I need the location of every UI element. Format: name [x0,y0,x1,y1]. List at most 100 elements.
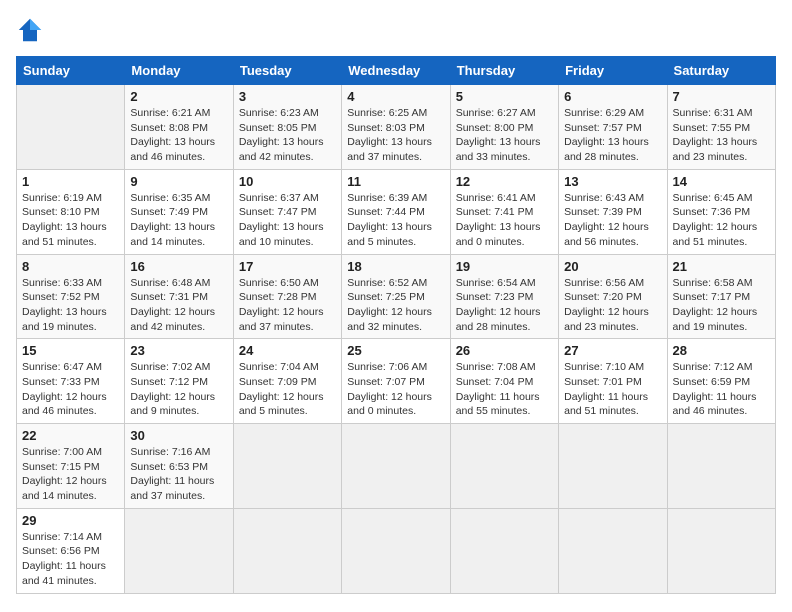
cell-info: Sunrise: 7:12 AMSunset: 6:59 PMDaylight:… [673,361,757,417]
day-number: 12 [456,174,553,189]
cell-info: Sunrise: 7:06 AMSunset: 7:07 PMDaylight:… [347,361,432,417]
calendar-cell: 9 Sunrise: 6:35 AMSunset: 7:49 PMDaylight… [125,169,233,254]
header-day-monday: Monday [125,57,233,85]
day-number: 8 [22,259,119,274]
cell-info: Sunrise: 6:43 AMSunset: 7:39 PMDaylight:… [564,192,649,248]
cell-info: Sunrise: 6:39 AMSunset: 7:44 PMDaylight:… [347,192,432,248]
cell-info: Sunrise: 6:29 AMSunset: 7:57 PMDaylight:… [564,107,649,163]
calendar-cell: 23 Sunrise: 7:02 AMSunset: 7:12 PMDayligh… [125,339,233,424]
day-number: 26 [456,343,553,358]
day-number: 11 [347,174,444,189]
calendar-cell: 7Sunrise: 6:31 AMSunset: 7:55 PMDaylight… [667,85,775,170]
header-day-tuesday: Tuesday [233,57,341,85]
logo [16,16,48,44]
day-number: 6 [564,89,661,104]
calendar-cell [233,424,341,509]
cell-info: Sunrise: 6:19 AMSunset: 8:10 PMDaylight:… [22,192,107,248]
day-number: 15 [22,343,119,358]
calendar-cell [559,424,667,509]
cell-info: Sunrise: 6:41 AMSunset: 7:41 PMDaylight:… [456,192,541,248]
cell-info: Sunrise: 6:56 AMSunset: 7:20 PMDaylight:… [564,277,649,333]
cell-info: Sunrise: 6:50 AMSunset: 7:28 PMDaylight:… [239,277,324,333]
cell-info: Sunrise: 7:14 AMSunset: 6:56 PMDaylight:… [22,531,106,587]
day-number: 19 [456,259,553,274]
calendar-cell: 5 Sunrise: 6:27 AMSunset: 8:00 PMDaylight… [450,85,558,170]
day-number: 25 [347,343,444,358]
calendar-cell: 14 Sunrise: 6:45 AMSunset: 7:36 PMDayligh… [667,169,775,254]
calendar-cell: 30 Sunrise: 7:16 AMSunset: 6:53 PMDayligh… [125,424,233,509]
calendar-week-row: 15Sunrise: 6:47 AMSunset: 7:33 PMDayligh… [17,339,776,424]
cell-info: Sunrise: 7:02 AMSunset: 7:12 PMDaylight:… [130,361,215,417]
day-number: 30 [130,428,227,443]
calendar-cell [667,508,775,593]
day-number: 1 [22,174,119,189]
day-number: 4 [347,89,444,104]
calendar-cell: 25 Sunrise: 7:06 AMSunset: 7:07 PMDayligh… [342,339,450,424]
day-number: 17 [239,259,336,274]
calendar-week-row: 8 Sunrise: 6:33 AMSunset: 7:52 PMDaylight… [17,254,776,339]
day-number: 27 [564,343,661,358]
cell-info: Sunrise: 6:27 AMSunset: 8:00 PMDaylight:… [456,107,541,163]
cell-info: Sunrise: 6:52 AMSunset: 7:25 PMDaylight:… [347,277,432,333]
calendar-cell: 20Sunrise: 6:56 AMSunset: 7:20 PMDayligh… [559,254,667,339]
calendar-week-row: 22Sunrise: 7:00 AMSunset: 7:15 PMDayligh… [17,424,776,509]
calendar-cell: 13 Sunrise: 6:43 AMSunset: 7:39 PMDayligh… [559,169,667,254]
logo-icon [16,16,44,44]
calendar-cell: 12 Sunrise: 6:41 AMSunset: 7:41 PMDayligh… [450,169,558,254]
day-number: 14 [673,174,770,189]
day-number: 5 [456,89,553,104]
calendar-week-row: 2Sunrise: 6:21 AMSunset: 8:08 PMDaylight… [17,85,776,170]
calendar-cell: 15Sunrise: 6:47 AMSunset: 7:33 PMDayligh… [17,339,125,424]
calendar-cell [450,424,558,509]
calendar-cell [559,508,667,593]
calendar-cell [125,508,233,593]
day-number: 3 [239,89,336,104]
calendar-cell [342,508,450,593]
calendar-cell: 21 Sunrise: 6:58 AMSunset: 7:17 PMDayligh… [667,254,775,339]
calendar-header-row: SundayMondayTuesdayWednesdayThursdayFrid… [17,57,776,85]
calendar-cell [450,508,558,593]
cell-info: Sunrise: 6:33 AMSunset: 7:52 PMDaylight:… [22,277,107,333]
header-day-sunday: Sunday [17,57,125,85]
calendar-cell: 3Sunrise: 6:23 AMSunset: 8:05 PMDaylight… [233,85,341,170]
cell-info: Sunrise: 6:58 AMSunset: 7:17 PMDaylight:… [673,277,758,333]
calendar-cell: 22Sunrise: 7:00 AMSunset: 7:15 PMDayligh… [17,424,125,509]
cell-info: Sunrise: 6:31 AMSunset: 7:55 PMDaylight:… [673,107,758,163]
day-number: 16 [130,259,227,274]
calendar-cell [342,424,450,509]
calendar-cell: 29 Sunrise: 7:14 AMSunset: 6:56 PMDayligh… [17,508,125,593]
calendar-cell: 24 Sunrise: 7:04 AMSunset: 7:09 PMDayligh… [233,339,341,424]
calendar-cell: 17 Sunrise: 6:50 AMSunset: 7:28 PMDayligh… [233,254,341,339]
calendar-cell: 10Sunrise: 6:37 AMSunset: 7:47 PMDayligh… [233,169,341,254]
calendar-cell: 19Sunrise: 6:54 AMSunset: 7:23 PMDayligh… [450,254,558,339]
day-number: 18 [347,259,444,274]
calendar-week-row: 29 Sunrise: 7:14 AMSunset: 6:56 PMDayligh… [17,508,776,593]
cell-info: Sunrise: 6:21 AMSunset: 8:08 PMDaylight:… [130,107,215,163]
cell-info: Sunrise: 7:16 AMSunset: 6:53 PMDaylight:… [130,446,214,502]
cell-info: Sunrise: 7:08 AMSunset: 7:04 PMDaylight:… [456,361,540,417]
page-header [16,16,776,44]
day-number: 23 [130,343,227,358]
cell-info: Sunrise: 7:04 AMSunset: 7:09 PMDaylight:… [239,361,324,417]
calendar-cell: 18 Sunrise: 6:52 AMSunset: 7:25 PMDayligh… [342,254,450,339]
day-number: 24 [239,343,336,358]
calendar-cell: 6 Sunrise: 6:29 AMSunset: 7:57 PMDaylight… [559,85,667,170]
cell-info: Sunrise: 6:25 AMSunset: 8:03 PMDaylight:… [347,107,432,163]
header-day-saturday: Saturday [667,57,775,85]
cell-info: Sunrise: 6:35 AMSunset: 7:49 PMDaylight:… [130,192,215,248]
header-day-thursday: Thursday [450,57,558,85]
calendar-table: SundayMondayTuesdayWednesdayThursdayFrid… [16,56,776,594]
calendar-cell [667,424,775,509]
day-number: 29 [22,513,119,528]
day-number: 9 [130,174,227,189]
day-number: 13 [564,174,661,189]
header-day-wednesday: Wednesday [342,57,450,85]
calendar-cell: 26 Sunrise: 7:08 AMSunset: 7:04 PMDayligh… [450,339,558,424]
cell-info: Sunrise: 7:00 AMSunset: 7:15 PMDaylight:… [22,446,107,502]
calendar-cell: 27Sunrise: 7:10 AMSunset: 7:01 PMDayligh… [559,339,667,424]
cell-info: Sunrise: 6:45 AMSunset: 7:36 PMDaylight:… [673,192,758,248]
calendar-week-row: 1 Sunrise: 6:19 AMSunset: 8:10 PMDaylight… [17,169,776,254]
day-number: 28 [673,343,770,358]
day-number: 21 [673,259,770,274]
calendar-cell: 2Sunrise: 6:21 AMSunset: 8:08 PMDaylight… [125,85,233,170]
